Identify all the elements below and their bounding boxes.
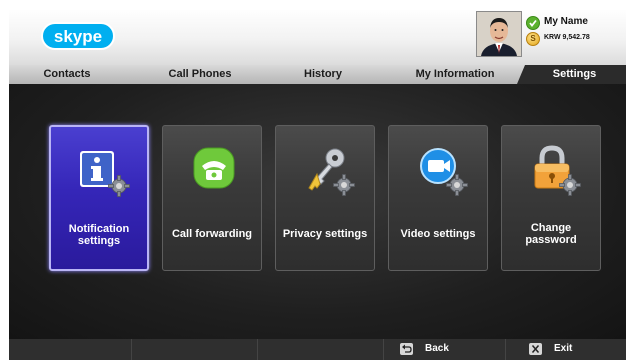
header-bar: skype My Name S KRW 9,542.78 (9, 9, 626, 65)
tab-settings-text[interactable]: Settings (523, 65, 626, 84)
call-forwarding-tile[interactable]: Call forwarding (162, 125, 262, 271)
exit-button[interactable]: Exit (554, 343, 572, 354)
tab-bar: Contacts Call Phones History My Informat… (9, 65, 626, 84)
user-name: My Name (544, 16, 588, 27)
avatar-photo (477, 12, 521, 56)
tile-label-line1: Notification (68, 223, 130, 235)
tile-label-line2: password (525, 234, 577, 246)
gear-icon (108, 175, 130, 197)
skype-settings-screen: skype My Name S KRW 9,542.78 Contacts Ca… (0, 0, 635, 360)
divider (257, 339, 258, 360)
tab-label: Contacts (43, 68, 91, 80)
back-button[interactable]: Back (425, 343, 449, 354)
tab-contacts[interactable]: Contacts (9, 65, 125, 84)
online-status-icon (526, 16, 540, 30)
key-icon (303, 144, 355, 196)
privacy-settings-tile[interactable]: Privacy settings (275, 125, 375, 271)
lock-icon (529, 144, 581, 196)
divider (505, 339, 506, 360)
tab-my-information[interactable]: My Information (393, 65, 517, 84)
divider (383, 339, 384, 360)
tab-label: Call Phones (168, 68, 232, 80)
tab-history[interactable]: History (265, 65, 381, 84)
tile-label-line1: Video settings (400, 228, 476, 240)
gear-icon (559, 174, 581, 196)
tab-label: History (304, 68, 342, 80)
credit-symbol: S (530, 34, 536, 43)
tile-label-line1: Change (530, 222, 572, 234)
divider (131, 339, 132, 360)
skype-logo: skype (41, 22, 115, 50)
video-icon (416, 144, 468, 196)
video-settings-tile[interactable]: Video settings (388, 125, 488, 271)
gear-icon (446, 174, 468, 196)
notification-settings-tile[interactable]: Notification settings (49, 125, 149, 271)
tab-call-phones[interactable]: Call Phones (142, 65, 258, 84)
change-password-tile[interactable]: Change password (501, 125, 601, 271)
phone-icon (190, 144, 240, 194)
bottom-bar: Back Exit (9, 339, 626, 360)
tile-label-line1: Privacy settings (282, 228, 368, 240)
exit-key-icon[interactable] (529, 343, 542, 355)
back-key-icon[interactable] (400, 343, 413, 355)
tile-label-line1: Call forwarding (171, 228, 253, 240)
avatar[interactable] (476, 11, 522, 57)
skype-credit-icon: S (526, 32, 540, 46)
tile-label-line2: settings (77, 235, 121, 247)
settings-panel: Notification settings Call forwarding Pr… (9, 84, 626, 339)
logo-text: skype (54, 27, 102, 46)
user-credit: KRW 9,542.78 (544, 34, 590, 41)
info-icon (78, 145, 130, 197)
tab-label: Settings (552, 68, 597, 80)
tab-label: My Information (415, 68, 495, 80)
gear-icon (333, 174, 355, 196)
